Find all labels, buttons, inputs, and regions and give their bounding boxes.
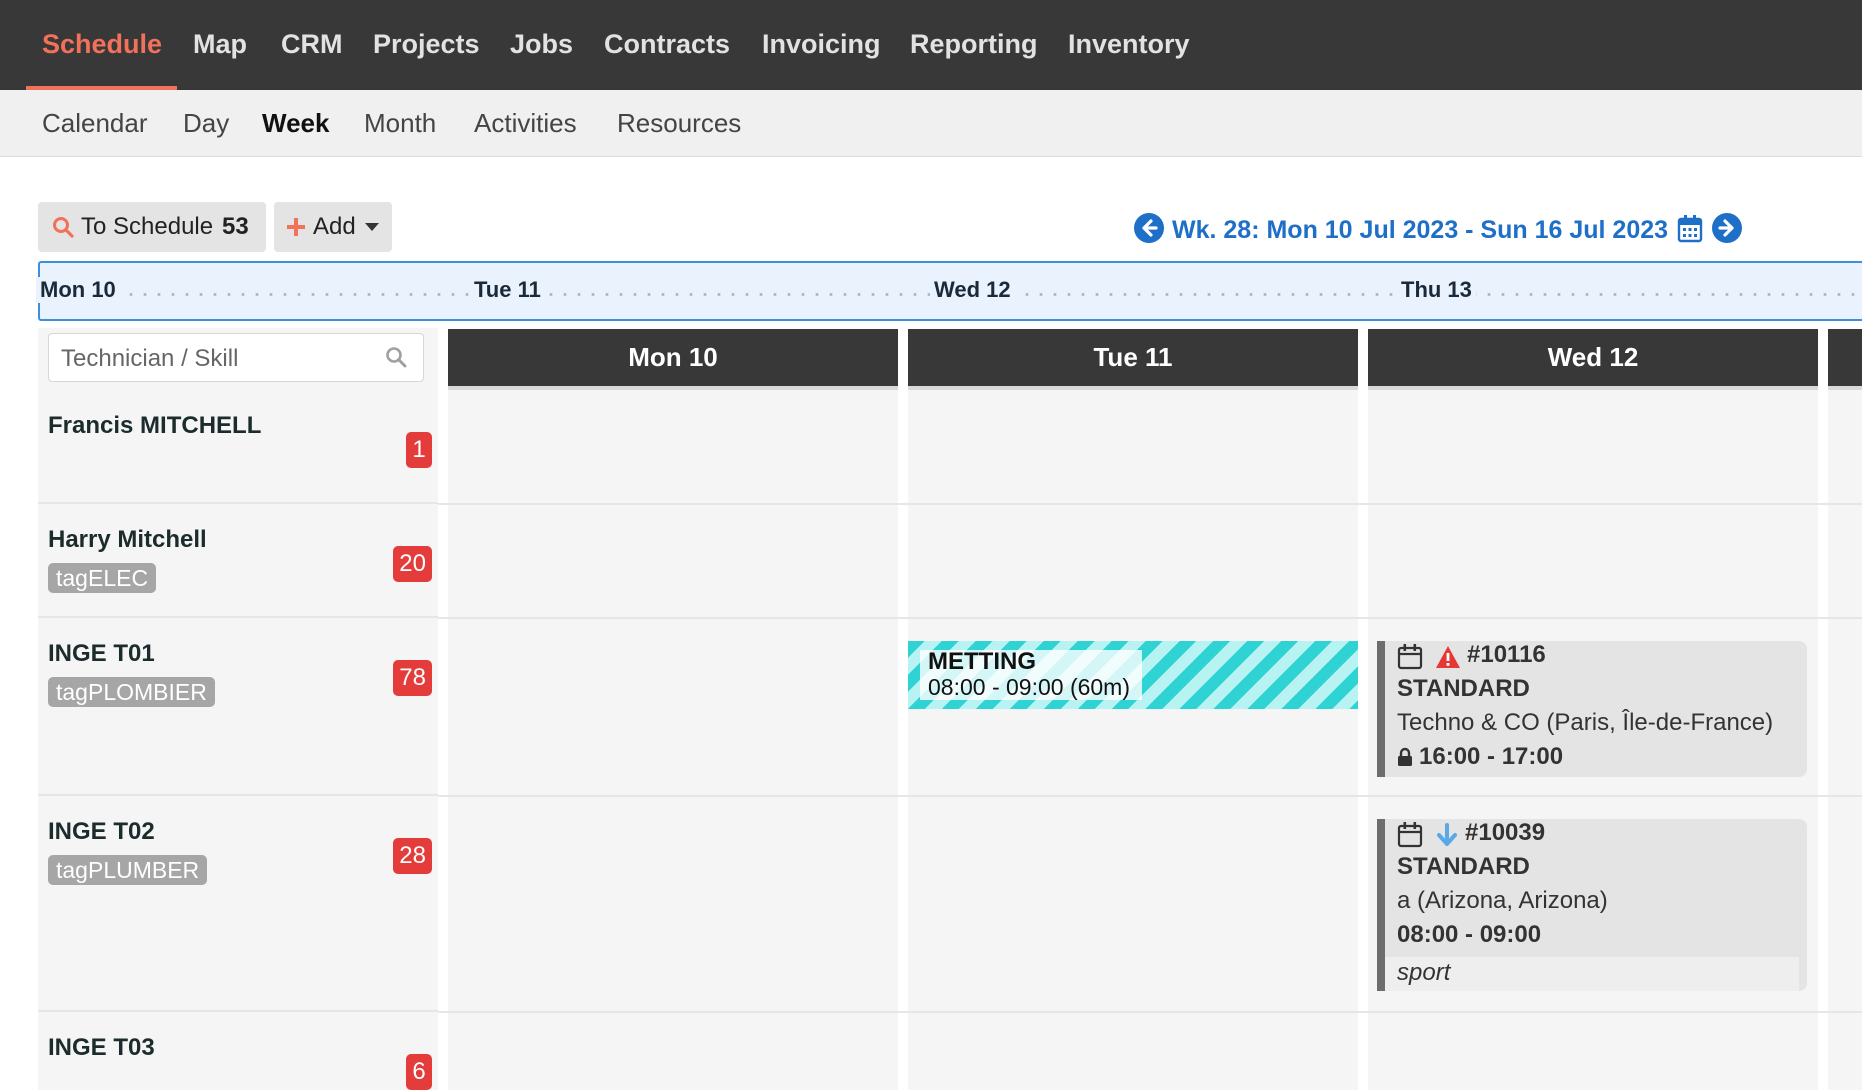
nav-schedule[interactable]: Schedule: [42, 0, 162, 90]
subnav-week[interactable]: Week: [262, 90, 329, 156]
top-nav: Schedule Map CRM Projects Jobs Contracts…: [0, 0, 1862, 90]
technician-search: [48, 333, 424, 383]
to-schedule-count: 53: [222, 213, 249, 240]
job-card[interactable]: #10039 STANDARD a (Arizona, Arizona) 08:…: [1377, 819, 1807, 991]
technician-name: Francis MITCHELL: [48, 412, 262, 439]
job-card[interactable]: #10116 STANDARD Techno & CO (Paris, Île-…: [1377, 641, 1807, 777]
nav-map[interactable]: Map: [193, 0, 247, 90]
skill-tag: tagELEC: [48, 563, 157, 593]
nav-jobs[interactable]: Jobs: [510, 0, 573, 90]
technician-row[interactable]: INGE T01 tagPLOMBIER 78: [38, 618, 438, 796]
row-divider: [438, 617, 1862, 619]
job-count-badge: 6: [406, 1054, 432, 1090]
job-note-text: sport: [1397, 959, 1451, 986]
strip-label-thu: Thu 13: [1397, 277, 1476, 303]
add-button[interactable]: Add: [274, 202, 392, 252]
technician-row[interactable]: INGE T03 6: [38, 1012, 438, 1090]
prev-week-icon[interactable]: [1134, 213, 1164, 243]
technician-search-input[interactable]: [59, 334, 373, 383]
timeline-strip[interactable]: Mon 10 Tue 11 Wed 12 Thu 13: [36, 261, 1862, 321]
job-time: 08:00 - 09:00: [1397, 921, 1542, 948]
calendar-icon: [1397, 822, 1423, 848]
subnav-activities[interactable]: Activities: [474, 90, 577, 156]
subnav-day[interactable]: Day: [183, 90, 229, 156]
row-divider: [438, 1011, 1862, 1013]
nav-inventory[interactable]: Inventory: [1068, 0, 1190, 90]
day-column-mon[interactable]: [448, 390, 898, 1090]
nav-reporting[interactable]: Reporting: [910, 0, 1038, 90]
job-count-badge: 20: [393, 546, 432, 582]
strip-label-wed: Wed 12: [930, 277, 1015, 303]
day-header-wed[interactable]: Wed 12: [1368, 329, 1818, 390]
technician-row[interactable]: INGE T02 tagPLUMBER 28: [38, 796, 438, 1012]
job-number: #10116: [1467, 641, 1546, 668]
technician-name: INGE T03: [48, 1034, 155, 1061]
warning-icon: [1436, 646, 1460, 668]
day-column-next[interactable]: [1828, 390, 1862, 1090]
subnav-month[interactable]: Month: [364, 90, 436, 156]
day-column-tue[interactable]: [908, 390, 1358, 1090]
week-label[interactable]: Wk. 28: Mon 10 Jul 2023 - Sun 16 Jul 202…: [1172, 210, 1668, 250]
subnav-calendar[interactable]: Calendar: [42, 90, 148, 156]
calendar-picker-icon[interactable]: [1677, 215, 1703, 243]
day-header-next[interactable]: [1828, 329, 1862, 390]
day-header-tue[interactable]: Tue 11: [908, 329, 1358, 390]
skill-tag: tagPLOMBIER: [48, 677, 215, 707]
technician-name: INGE T02: [48, 818, 155, 845]
lock-icon: [1398, 747, 1412, 766]
job-number: #10039: [1465, 819, 1546, 846]
meeting-title: METTING: [928, 648, 1036, 675]
row-divider: [438, 503, 1862, 505]
job-count-badge: 1: [406, 432, 432, 468]
row-divider: [438, 795, 1862, 797]
job-client: a (Arizona, Arizona): [1397, 887, 1608, 914]
add-label: Add: [313, 213, 356, 240]
technician-row[interactable]: Francis MITCHELL 1: [38, 390, 438, 504]
strip-label-tue: Tue 11: [470, 277, 545, 303]
meeting-time: 08:00 - 09:00 (60m): [928, 674, 1131, 700]
nav-contracts[interactable]: Contracts: [604, 0, 730, 90]
meeting-event[interactable]: METTING 08:00 - 09:00 (60m): [908, 641, 1358, 709]
to-schedule-button[interactable]: To Schedule 53: [38, 202, 266, 252]
plus-icon: [287, 218, 305, 236]
technician-column: Francis MITCHELL 1 Harry Mitchell tagELE…: [38, 328, 438, 1090]
search-icon: [386, 347, 407, 368]
subnav-resources[interactable]: Resources: [617, 90, 741, 156]
skill-tag: tagPLUMBER: [48, 855, 208, 885]
job-client: Techno & CO (Paris, Île-de-France): [1397, 709, 1774, 736]
arrow-down-icon: [1437, 823, 1457, 846]
nav-crm[interactable]: CRM: [281, 0, 343, 90]
job-note: sport: [1385, 957, 1799, 991]
job-count-badge: 28: [393, 838, 432, 874]
next-week-icon[interactable]: [1712, 213, 1742, 243]
nav-projects[interactable]: Projects: [373, 0, 480, 90]
search-icon: [53, 217, 74, 238]
strip-label-mon: Mon 10: [36, 277, 120, 303]
to-schedule-label: To Schedule: [81, 213, 214, 240]
calendar-icon: [1397, 644, 1423, 670]
technician-name: INGE T01: [48, 640, 155, 667]
job-count-badge: 78: [393, 660, 432, 696]
technician-name: Harry Mitchell: [48, 526, 207, 553]
job-type: STANDARD: [1397, 675, 1530, 702]
job-type: STANDARD: [1397, 853, 1530, 880]
job-time: 16:00 - 17:00: [1419, 743, 1564, 770]
sub-nav: Calendar Day Week Month Activities Resou…: [0, 90, 1862, 157]
day-header-mon[interactable]: Mon 10: [448, 329, 898, 390]
meeting-event-label: METTING 08:00 - 09:00 (60m): [920, 648, 1143, 700]
technician-row[interactable]: Harry Mitchell tagELEC 20: [38, 504, 438, 618]
nav-invoicing[interactable]: Invoicing: [762, 0, 881, 90]
caret-down-icon: [365, 223, 379, 231]
